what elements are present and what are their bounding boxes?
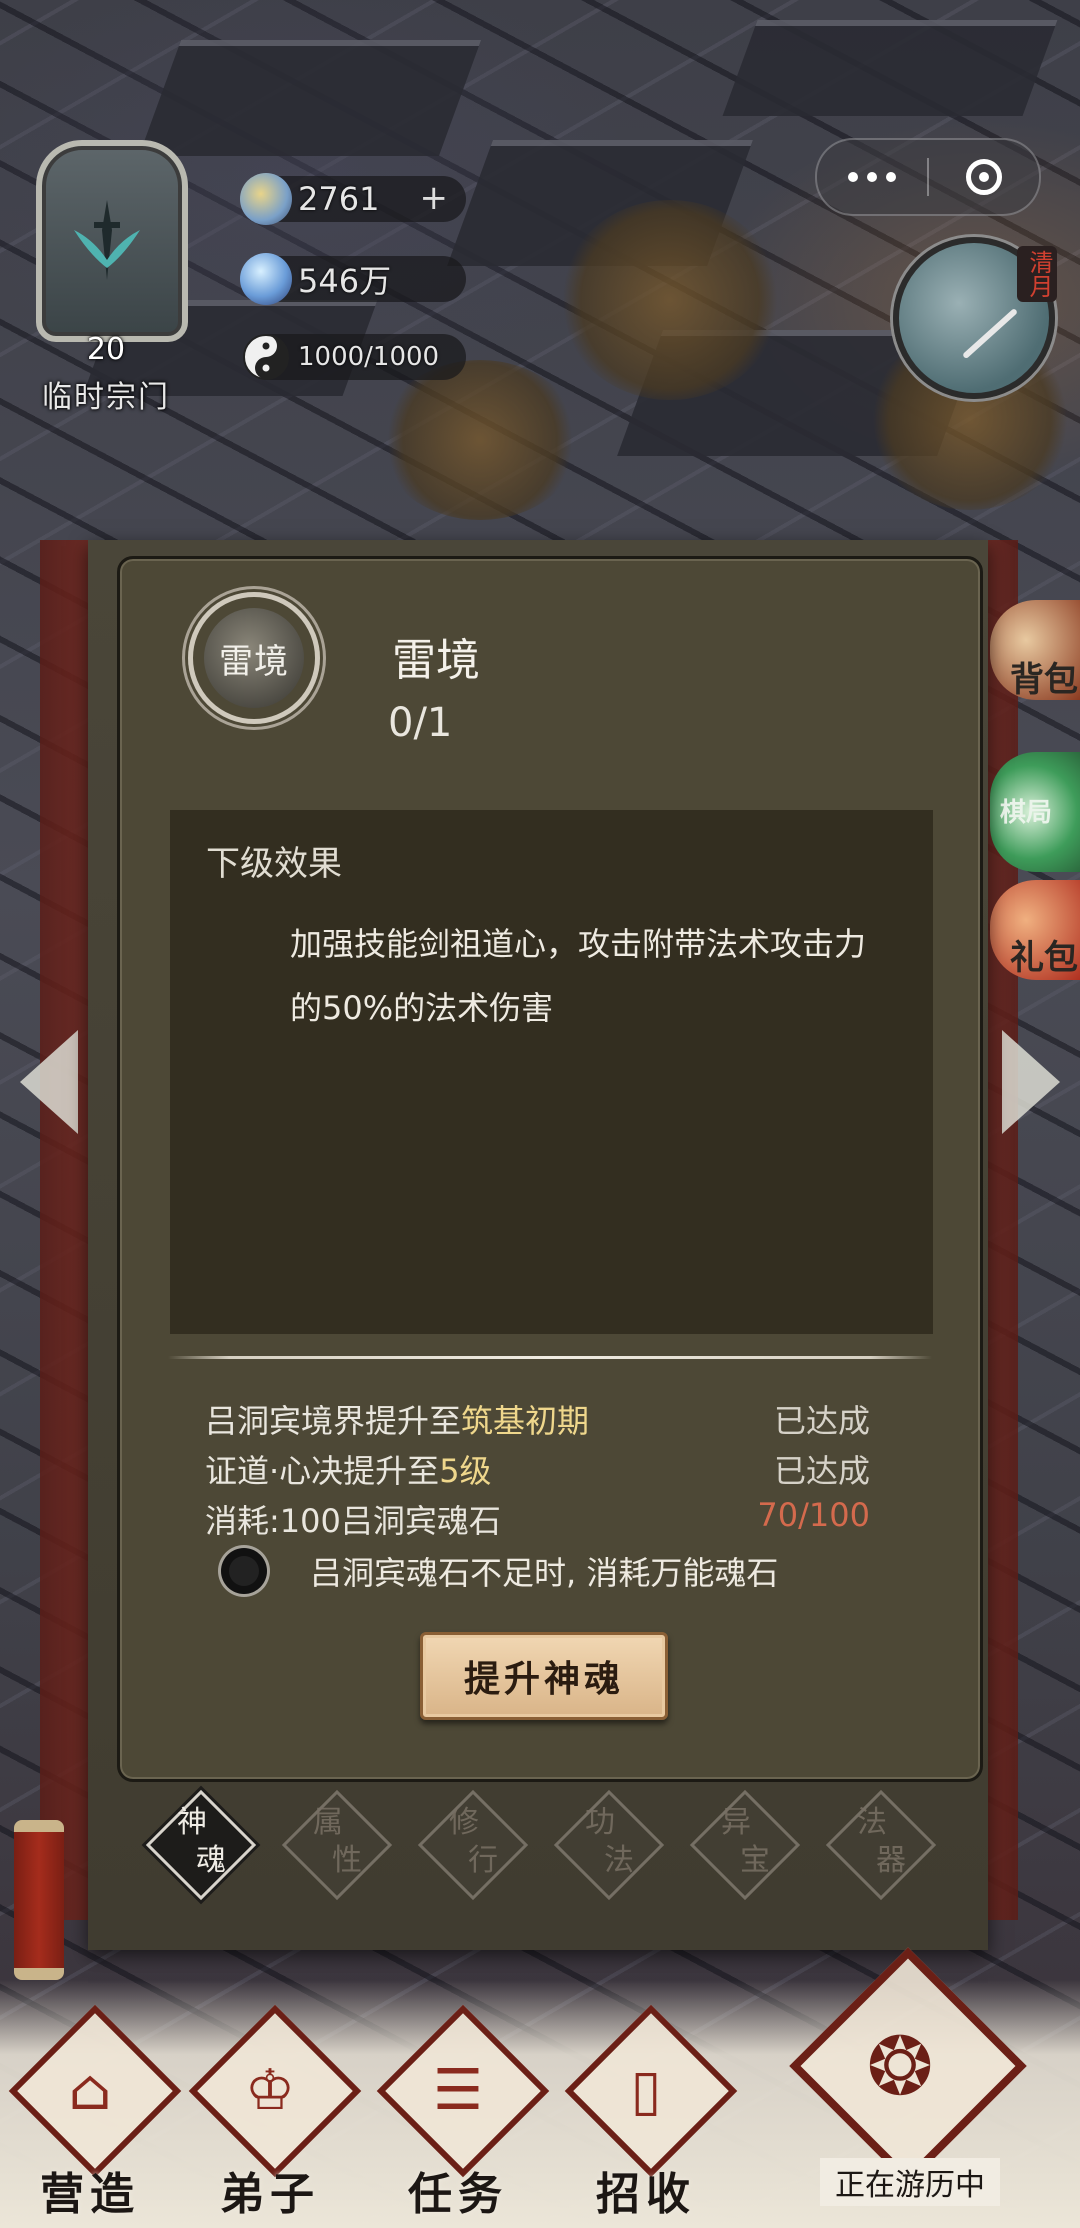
- tab-artifacts[interactable]: 法器: [825, 1789, 937, 1901]
- node-core: 雷境: [204, 608, 304, 708]
- prev-arrow-button[interactable]: [20, 1030, 78, 1134]
- divider: [168, 1356, 932, 1359]
- requirement-heart: 证道·心决提升至5级: [205, 1446, 492, 1492]
- spirit-stone-value: 2761: [298, 180, 380, 218]
- requirement-realm: 吕洞宾境界提升至筑基初期: [205, 1396, 589, 1442]
- tab-label: 属性: [313, 1805, 362, 1878]
- stamina-value: 1000/1000: [298, 342, 440, 372]
- node-progress: 0/1: [388, 700, 453, 746]
- clock-hand-icon: [961, 307, 1019, 360]
- requirement-cost-text: 消耗:100吕洞宾魂石: [205, 1502, 501, 1540]
- nav-disciples[interactable]: ♔ 弟子: [188, 2004, 362, 2220]
- crystal-value: 546万: [298, 262, 392, 300]
- nav-recruit[interactable]: ▯ 招收: [564, 2004, 738, 2220]
- resource-stamina: 1000/1000: [243, 334, 466, 380]
- nav-disciples-label: 弟子: [220, 2169, 320, 2220]
- nav-tasks-label: 任务: [408, 2169, 508, 2220]
- nav-build-label: 营造: [40, 2169, 140, 2220]
- requirement-realm-highlight: 筑基初期: [461, 1402, 590, 1440]
- effect-box: [170, 810, 933, 1334]
- tab-label: 修行: [449, 1805, 498, 1878]
- resource-crystal: 546万: [240, 253, 466, 305]
- universal-stone-toggle[interactable]: [221, 1548, 267, 1594]
- nav-travel[interactable]: ❂ 正在游历中: [780, 1947, 1027, 2206]
- soul-node-icon: 雷境: [188, 592, 320, 724]
- recruit-card-icon: ▯: [630, 2058, 662, 2123]
- scroll-task-icon: ☰: [432, 2058, 484, 2123]
- tab-attributes[interactable]: 属性: [281, 1789, 393, 1901]
- chess-label: 棋局: [1000, 798, 1053, 828]
- sect-level: 20: [86, 332, 126, 367]
- miniprogram-capsule: [815, 138, 1041, 216]
- more-menu-button[interactable]: [817, 172, 927, 182]
- season-label: 清月: [1017, 246, 1057, 302]
- sect-emblem-icon: [74, 200, 140, 280]
- tree: [560, 200, 780, 400]
- next-arrow-button[interactable]: [1002, 1030, 1060, 1134]
- tab-soul[interactable]: 神魂: [145, 1789, 257, 1901]
- resource-spirit-stone: 2761 +: [240, 173, 466, 225]
- requirement-heart-text: 证道·心决提升至: [205, 1452, 440, 1490]
- upgrade-soul-label: 提升神魂: [463, 1658, 624, 1700]
- disciple-icon: ♔: [244, 2058, 296, 2123]
- tab-label: 神魂: [177, 1805, 226, 1878]
- add-spirit-stone-button[interactable]: +: [420, 176, 449, 220]
- target-icon: [966, 159, 1002, 195]
- nav-build[interactable]: ⌂ 营造: [8, 2004, 182, 2220]
- tab-techniques[interactable]: 功法: [553, 1789, 665, 1901]
- requirement-cost-status: 70/100: [757, 1496, 870, 1534]
- pagoda-icon: ⌂: [68, 2058, 112, 2123]
- upgrade-soul-button[interactable]: 提升神魂: [420, 1632, 668, 1720]
- effect-description: 加强技能剑祖道心，攻击附带法术攻击力的50%的法术伤害: [290, 925, 867, 1027]
- rooftop: [722, 20, 1058, 116]
- requirement-realm-status: 已达成: [773, 1402, 870, 1440]
- requirement-realm-text: 吕洞宾境界提升至: [205, 1402, 462, 1440]
- requirement-heart-highlight: 5级: [439, 1452, 492, 1490]
- tab-label: 法器: [857, 1805, 906, 1878]
- scroll-icon[interactable]: [14, 1820, 64, 1980]
- travel-status-label: 正在游历中: [820, 2158, 1000, 2206]
- nav-recruit-label: 招收: [596, 2169, 696, 2220]
- tab-label: 功法: [585, 1805, 634, 1878]
- tab-cultivation[interactable]: 修行: [417, 1789, 529, 1901]
- node-icon-text: 雷境: [219, 641, 289, 682]
- gift-label: 礼包: [1010, 938, 1078, 978]
- close-miniprogram-button[interactable]: [929, 159, 1039, 195]
- tab-treasures[interactable]: 异宝: [689, 1789, 801, 1901]
- cloud-swirl-icon: ❂: [866, 2020, 934, 2113]
- requirement-heart-status: 已达成: [773, 1452, 870, 1490]
- yin-yang-icon: [243, 334, 289, 380]
- sect-badge[interactable]: 20 临时宗门: [16, 110, 196, 420]
- nav-tasks[interactable]: ☰ 任务: [376, 2004, 550, 2220]
- bag-label: 背包: [1010, 660, 1078, 700]
- universal-stone-label: 吕洞宾魂石不足时, 消耗万能魂石: [310, 1554, 779, 1592]
- tab-label: 异宝: [721, 1805, 770, 1878]
- sect-name: 临时宗门: [42, 380, 170, 415]
- tree: [380, 360, 580, 520]
- effect-heading: 下级效果: [206, 844, 342, 884]
- crystal-icon: [240, 253, 292, 305]
- node-title: 雷境: [392, 635, 480, 686]
- requirement-cost: 消耗:100吕洞宾魂石: [205, 1496, 501, 1542]
- spirit-stone-icon: [240, 173, 292, 225]
